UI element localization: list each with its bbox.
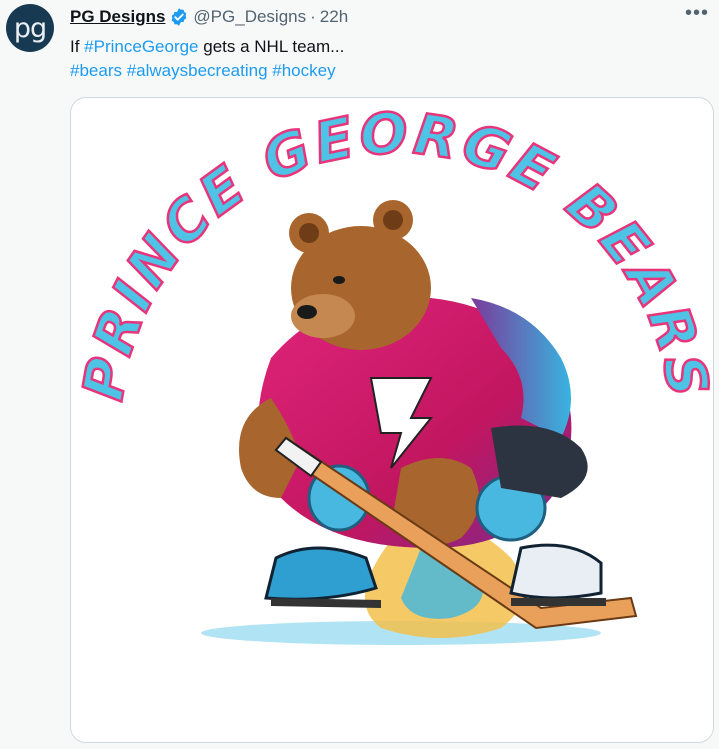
hashtag-bears[interactable]: #bears	[70, 61, 122, 80]
tweet-header: PG Designs @PG_Designs · 22h	[70, 6, 348, 28]
tweet-text: If #PrinceGeorge gets a NHL team... #bea…	[70, 35, 700, 83]
avatar[interactable]: pg	[6, 4, 54, 52]
tweet-text-line-1: If #PrinceGeorge gets a NHL team...	[70, 35, 700, 59]
more-icon[interactable]: •••	[685, 2, 709, 24]
tweet-text-line-2: #bears #alwaysbecreating #hockey	[70, 59, 700, 83]
separator: ·	[310, 7, 316, 26]
handle[interactable]: @PG_Designs	[193, 7, 306, 27]
verified-badge-icon[interactable]	[169, 7, 189, 27]
hashtag-princegeorge[interactable]: #PrinceGeorge	[84, 37, 198, 56]
tweet-media[interactable]: PRINCE GEORGE BEARS	[70, 97, 714, 743]
display-name[interactable]: PG Designs	[70, 7, 165, 27]
bear-eye	[333, 276, 345, 284]
hashtag-hockey[interactable]: #hockey	[272, 61, 335, 80]
bear-nose	[297, 305, 317, 319]
hashtag-alwaysbecreating[interactable]: #alwaysbecreating	[127, 61, 268, 80]
text-prefix: If	[70, 37, 85, 56]
bear-hockey-logo: PRINCE GEORGE BEARS	[71, 100, 713, 645]
skate-right	[509, 543, 603, 600]
bear-ear-left-inner	[299, 223, 319, 243]
text-suffix: gets a NHL team...	[198, 37, 345, 56]
tweet[interactable]: pg PG Designs @PG_Designs · 22h ••• If #…	[0, 0, 719, 749]
shin-guard	[491, 425, 588, 498]
avatar-text: pg	[13, 12, 47, 44]
skate-blade-right	[511, 598, 606, 606]
timestamp[interactable]: 22h	[320, 7, 348, 27]
bear-ear-right-inner	[383, 210, 403, 230]
skate-left	[264, 546, 378, 601]
skate-blade-left	[271, 598, 381, 608]
